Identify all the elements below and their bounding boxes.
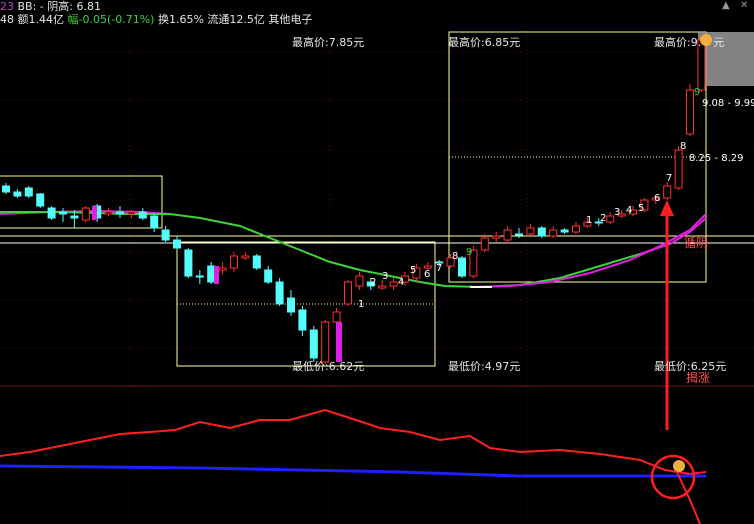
candle-body-21 xyxy=(241,255,250,259)
candle-body-4 xyxy=(47,207,56,219)
count-label-0-5: 6 xyxy=(424,269,431,280)
count-label-1-5: 6 xyxy=(654,193,661,204)
signal-arrow-head xyxy=(660,200,674,216)
count-label-1-0: 1 xyxy=(586,215,593,226)
count-label-0-8: 9 xyxy=(466,247,473,258)
candle-body-6 xyxy=(70,215,79,219)
header-sector: 其他电子 xyxy=(268,13,313,26)
candle-body-3 xyxy=(36,193,45,207)
header-yin-high: 阴高: 6.81 xyxy=(47,0,101,13)
box-left-low-label: 最低价:6.62元 xyxy=(292,360,365,373)
candle-body-10 xyxy=(116,211,124,215)
candle-body-5 xyxy=(59,211,67,215)
candle-body-30 xyxy=(344,281,352,305)
range-high-label: 9.08 - 9.99 xyxy=(702,98,754,109)
candle-body-59 xyxy=(674,149,683,189)
candle-body-20 xyxy=(230,255,238,269)
candle-body-49 xyxy=(560,229,569,233)
header-float: 流通12.5亿 xyxy=(207,13,265,26)
signal-up-label: 揭涨 xyxy=(686,371,711,385)
candle-body-1 xyxy=(13,191,22,197)
candle-body-22 xyxy=(252,255,261,269)
header-bb: BB: - xyxy=(17,0,44,13)
candle-body-24 xyxy=(275,281,284,305)
candle-body-18 xyxy=(207,265,216,283)
candle-body-25 xyxy=(287,297,295,313)
box-left-high-label: 最高价:7.85元 xyxy=(292,36,365,49)
candle-body-19 xyxy=(218,267,227,271)
header-vol: 48 xyxy=(0,13,14,26)
count-label-1-4: 5 xyxy=(638,203,645,214)
count-label-0-7: 8 xyxy=(452,251,459,262)
box-right-high-label: 最高价:9. 元 xyxy=(654,36,725,49)
stock-chart-window: 23 BB: - 阴高: 6.81 48 额1.44亿 幅-0.05(-0.71… xyxy=(0,0,754,524)
candle-body-0 xyxy=(2,185,10,193)
count-label-0-4: 5 xyxy=(410,265,417,276)
indicator-red-line xyxy=(0,408,707,476)
candle-body-43 xyxy=(492,235,501,239)
candle-body-60 xyxy=(686,89,694,135)
candle-body-34 xyxy=(389,281,398,287)
candle-body-15 xyxy=(173,239,181,249)
candle-body-40 xyxy=(458,257,466,277)
candle-body-7 xyxy=(81,207,90,221)
indicator-blue-line xyxy=(0,464,706,478)
spike-2 xyxy=(214,266,219,284)
box-far-left xyxy=(0,175,163,229)
candle-body-17 xyxy=(195,275,204,278)
spike-1 xyxy=(92,206,97,220)
count-label-1-8: 9 xyxy=(694,87,701,98)
spike-3 xyxy=(336,322,342,362)
candle-body-9 xyxy=(104,211,113,215)
count-label-0-0: 1 xyxy=(358,299,365,310)
header-line-1: 23 BB: - 阴高: 6.81 xyxy=(0,0,101,13)
candle-body-46 xyxy=(526,227,535,235)
candle-body-48 xyxy=(549,229,558,237)
candle-body-14 xyxy=(161,229,170,241)
close-icon[interactable]: ✕ xyxy=(740,0,748,11)
candle-body-12 xyxy=(138,211,147,219)
candle-body-45 xyxy=(515,233,523,236)
candle-body-44 xyxy=(503,229,512,241)
count-label-1-2: 3 xyxy=(614,207,621,218)
kline-chart[interactable] xyxy=(0,0,754,524)
candle-body-2 xyxy=(24,187,33,197)
candle-body-27 xyxy=(309,329,318,359)
candle-body-28 xyxy=(321,321,330,363)
candle-body-31 xyxy=(355,275,364,287)
box-mid-high-label: 最高价:6.85元 xyxy=(448,36,521,49)
header-num: 23 xyxy=(0,0,14,13)
candle-body-33 xyxy=(378,285,387,289)
candle-body-29 xyxy=(332,311,341,323)
count-label-1-7: 8 xyxy=(680,141,687,152)
header-line-2: 48 额1.44亿 幅-0.05(-0.71%) 换1.65% 流通12.5亿 … xyxy=(0,13,312,26)
ma-green-line xyxy=(0,211,641,289)
range-low-label: 8.25 - 8.29 xyxy=(689,153,744,164)
count-label-0-3: 4 xyxy=(398,277,405,288)
count-label-0-2: 3 xyxy=(382,271,389,282)
box-mid-low-label: 最低价:4.97元 xyxy=(448,360,521,373)
candle-body-42 xyxy=(480,237,489,251)
candle-body-13 xyxy=(150,215,159,229)
candle-body-16 xyxy=(184,249,193,277)
candle-body-26 xyxy=(298,309,307,331)
candle-body-11 xyxy=(127,211,136,215)
candle-body-23 xyxy=(264,269,273,283)
count-label-1-1: 2 xyxy=(600,213,607,224)
scroll-up-icon[interactable]: ▲ xyxy=(722,0,730,11)
count-label-0-1: 2 xyxy=(370,277,377,288)
signal-yin-label: 循阴 xyxy=(684,236,709,250)
candle-body-50 xyxy=(572,225,580,233)
candle-body-58 xyxy=(663,185,672,199)
candle-body-47 xyxy=(537,227,546,237)
header-change: 幅-0.05(-0.71%) xyxy=(67,13,155,26)
money-bag-icon xyxy=(673,460,685,472)
count-label-1-6: 7 xyxy=(666,173,673,184)
candle-body-53 xyxy=(606,215,615,223)
header-turnover: 换1.65% xyxy=(157,13,204,26)
count-label-0-6: 7 xyxy=(436,263,443,274)
header-amount: 额1.44亿 xyxy=(17,13,65,26)
count-label-1-3: 4 xyxy=(626,205,633,216)
